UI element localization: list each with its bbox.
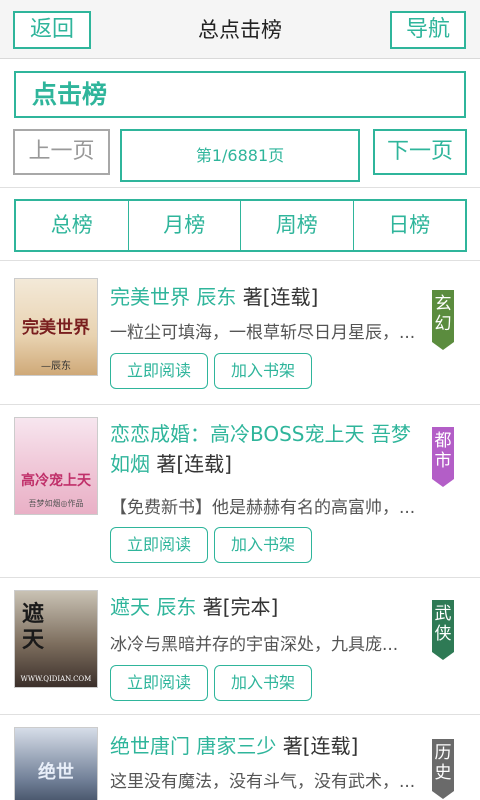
top-bar: 返回 总点击榜 导航 xyxy=(0,0,480,59)
book-title[interactable]: 遮天 辰东 著[完本] xyxy=(110,592,462,622)
list-item: 高冷宠上天 吾梦如烟◎作品 恋恋成婚：高冷BOSS宠上天 吾梦 如烟 著[连载]… xyxy=(0,405,480,577)
cover-title: 高冷宠上天 xyxy=(21,473,91,489)
list-item: 完美世界 —辰东 完美世界 辰东 著[连载] 一粒尘可填海，一根草斩尽日月星辰，… xyxy=(0,262,480,404)
book-cover[interactable]: 高冷宠上天 吾梦如烟◎作品 xyxy=(14,417,98,515)
book-title[interactable]: 恋恋成婚：高冷BOSS宠上天 吾梦 如烟 著[连载] xyxy=(110,419,462,483)
book-status: 著[连载] xyxy=(242,285,319,309)
book-cover[interactable]: 完美世界 —辰东 xyxy=(14,278,98,376)
add-to-shelf-button[interactable]: 加入书架 xyxy=(214,665,312,701)
book-status: 著[连载] xyxy=(282,734,359,758)
back-button[interactable]: 返回 xyxy=(13,11,91,49)
navigation-button[interactable]: 导航 xyxy=(390,11,466,49)
list-item: 遮天 WWW.QIDIAN.COM 遮天 辰东 著[完本] 冰冷与黑暗并存的宇宙… xyxy=(0,578,480,714)
book-cover[interactable]: 遮天 WWW.QIDIAN.COM xyxy=(14,590,98,688)
list-item: 绝世 绝世唐门 唐家三少 著[连载] 这里没有魔法，没有斗气，没有武术，... … xyxy=(0,715,480,800)
read-now-button[interactable]: 立即阅读 xyxy=(110,353,208,389)
genre-tag: 都市 xyxy=(432,427,454,487)
book-author-tail: 如烟 xyxy=(110,452,150,476)
add-to-shelf-button[interactable]: 加入书架 xyxy=(214,527,312,563)
prev-page-button[interactable]: 上一页 xyxy=(13,129,110,175)
tab-total[interactable]: 总榜 xyxy=(16,201,128,250)
book-author: 唐家三少 xyxy=(196,734,277,758)
genre-tag: 历史 xyxy=(432,739,454,799)
rank-tabs: 总榜 月榜 周榜 日榜 xyxy=(14,199,467,252)
book-name: 恋恋成婚：高冷BOSS宠上天 xyxy=(110,422,365,446)
book-description: 冰冷与黑暗并存的宇宙深处，九具庞... xyxy=(110,635,399,655)
cover-title: 绝世 xyxy=(38,762,74,783)
page-title: 总点击榜 xyxy=(198,18,282,42)
rank-title: 点击榜 xyxy=(14,71,466,118)
cover-author: —辰东 xyxy=(41,361,71,372)
next-page-button[interactable]: 下一页 xyxy=(373,129,467,175)
book-description: 这里没有魔法，没有斗气，没有武术，... xyxy=(110,772,416,792)
book-title[interactable]: 绝世唐门 唐家三少 著[连载] xyxy=(110,731,462,761)
book-cover[interactable]: 绝世 xyxy=(14,727,98,800)
genre-tag: 玄幻 xyxy=(432,290,454,350)
page-indicator[interactable]: 第1/6881页 xyxy=(120,129,360,182)
book-title[interactable]: 完美世界 辰东 著[连载] xyxy=(110,282,462,312)
genre-tag: 武侠 xyxy=(432,600,454,660)
add-to-shelf-button[interactable]: 加入书架 xyxy=(214,353,312,389)
book-name: 完美世界 xyxy=(110,285,190,309)
book-author: 吾梦 xyxy=(370,422,411,446)
book-status: 著[完本] xyxy=(202,595,279,619)
book-author: 辰东 xyxy=(156,595,197,619)
tab-month[interactable]: 月榜 xyxy=(127,201,241,250)
book-name: 绝世唐门 xyxy=(110,734,190,758)
tab-week[interactable]: 周榜 xyxy=(240,201,353,250)
cover-title: 完美世界 xyxy=(22,318,90,338)
cover-author: WWW.QIDIAN.COM xyxy=(20,675,92,683)
book-description: 【免费新书】他是赫赫有名的高富帅，... xyxy=(110,498,416,518)
divider xyxy=(0,260,480,261)
book-status: 著[连载] xyxy=(156,452,232,476)
tab-day[interactable]: 日榜 xyxy=(352,201,466,250)
book-description: 一粒尘可填海，一根草斩尽日月星辰，... xyxy=(110,323,416,343)
cover-title: 遮天 xyxy=(21,601,44,653)
book-author: 辰东 xyxy=(196,285,237,309)
divider xyxy=(0,187,480,188)
read-now-button[interactable]: 立即阅读 xyxy=(110,527,208,563)
cover-author: 吾梦如烟◎作品 xyxy=(28,499,84,508)
book-name: 遮天 xyxy=(110,595,150,619)
read-now-button[interactable]: 立即阅读 xyxy=(110,665,208,701)
